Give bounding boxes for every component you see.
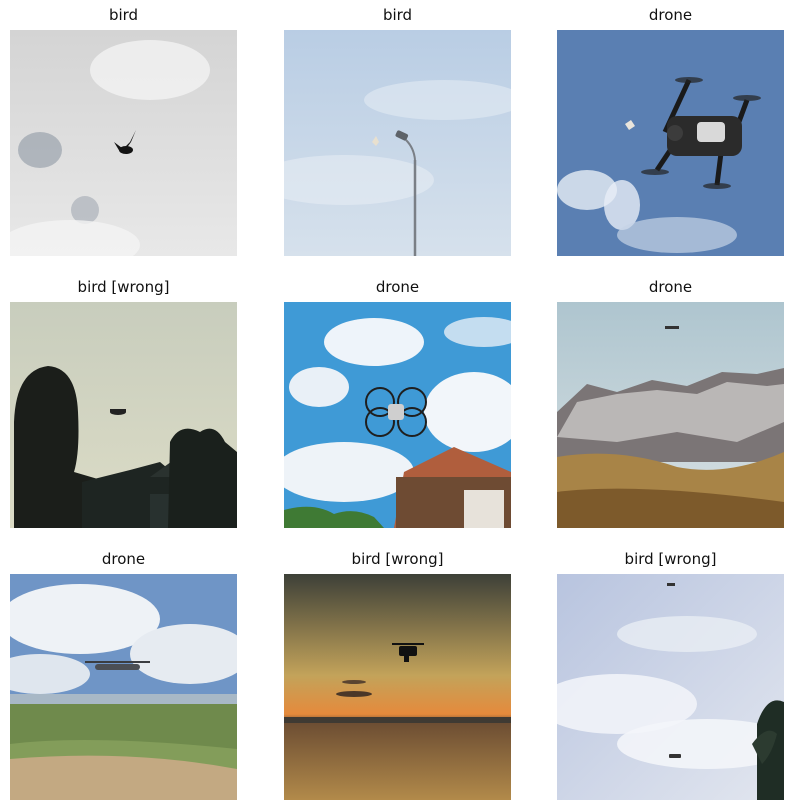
sample-image — [284, 574, 511, 800]
person-silhouette-watching-drone-icon — [10, 302, 237, 528]
image-label: bird — [108, 6, 139, 24]
quadcopter-close-up-blue-sky-icon — [557, 30, 784, 256]
sample-image — [10, 302, 237, 528]
bird-in-cloudy-gray-sky-icon — [10, 30, 237, 256]
sample-image — [557, 302, 784, 528]
image-label: bird [wrong] — [624, 550, 717, 568]
sample-image — [10, 30, 237, 256]
drone-over-mountains-icon — [557, 302, 784, 528]
drone-over-green-fields-icon — [10, 574, 237, 800]
caged-drone-over-roof-icon — [284, 302, 511, 528]
image-label: drone — [648, 6, 693, 24]
drone-at-sunset-sea-icon — [284, 574, 511, 800]
image-label: bird — [382, 6, 413, 24]
sample-image — [10, 574, 237, 800]
sample-image — [284, 30, 511, 256]
image-label: drone — [101, 550, 146, 568]
sample-image — [557, 30, 784, 256]
image-label: drone — [375, 278, 420, 296]
image-label: bird [wrong] — [77, 278, 170, 296]
sample-image — [557, 574, 784, 800]
sample-image — [284, 302, 511, 528]
image-label: bird [wrong] — [351, 550, 444, 568]
drones-in-pale-sky-icon — [557, 574, 784, 800]
image-label: drone — [648, 278, 693, 296]
bird-near-street-lamp-icon — [284, 30, 511, 256]
